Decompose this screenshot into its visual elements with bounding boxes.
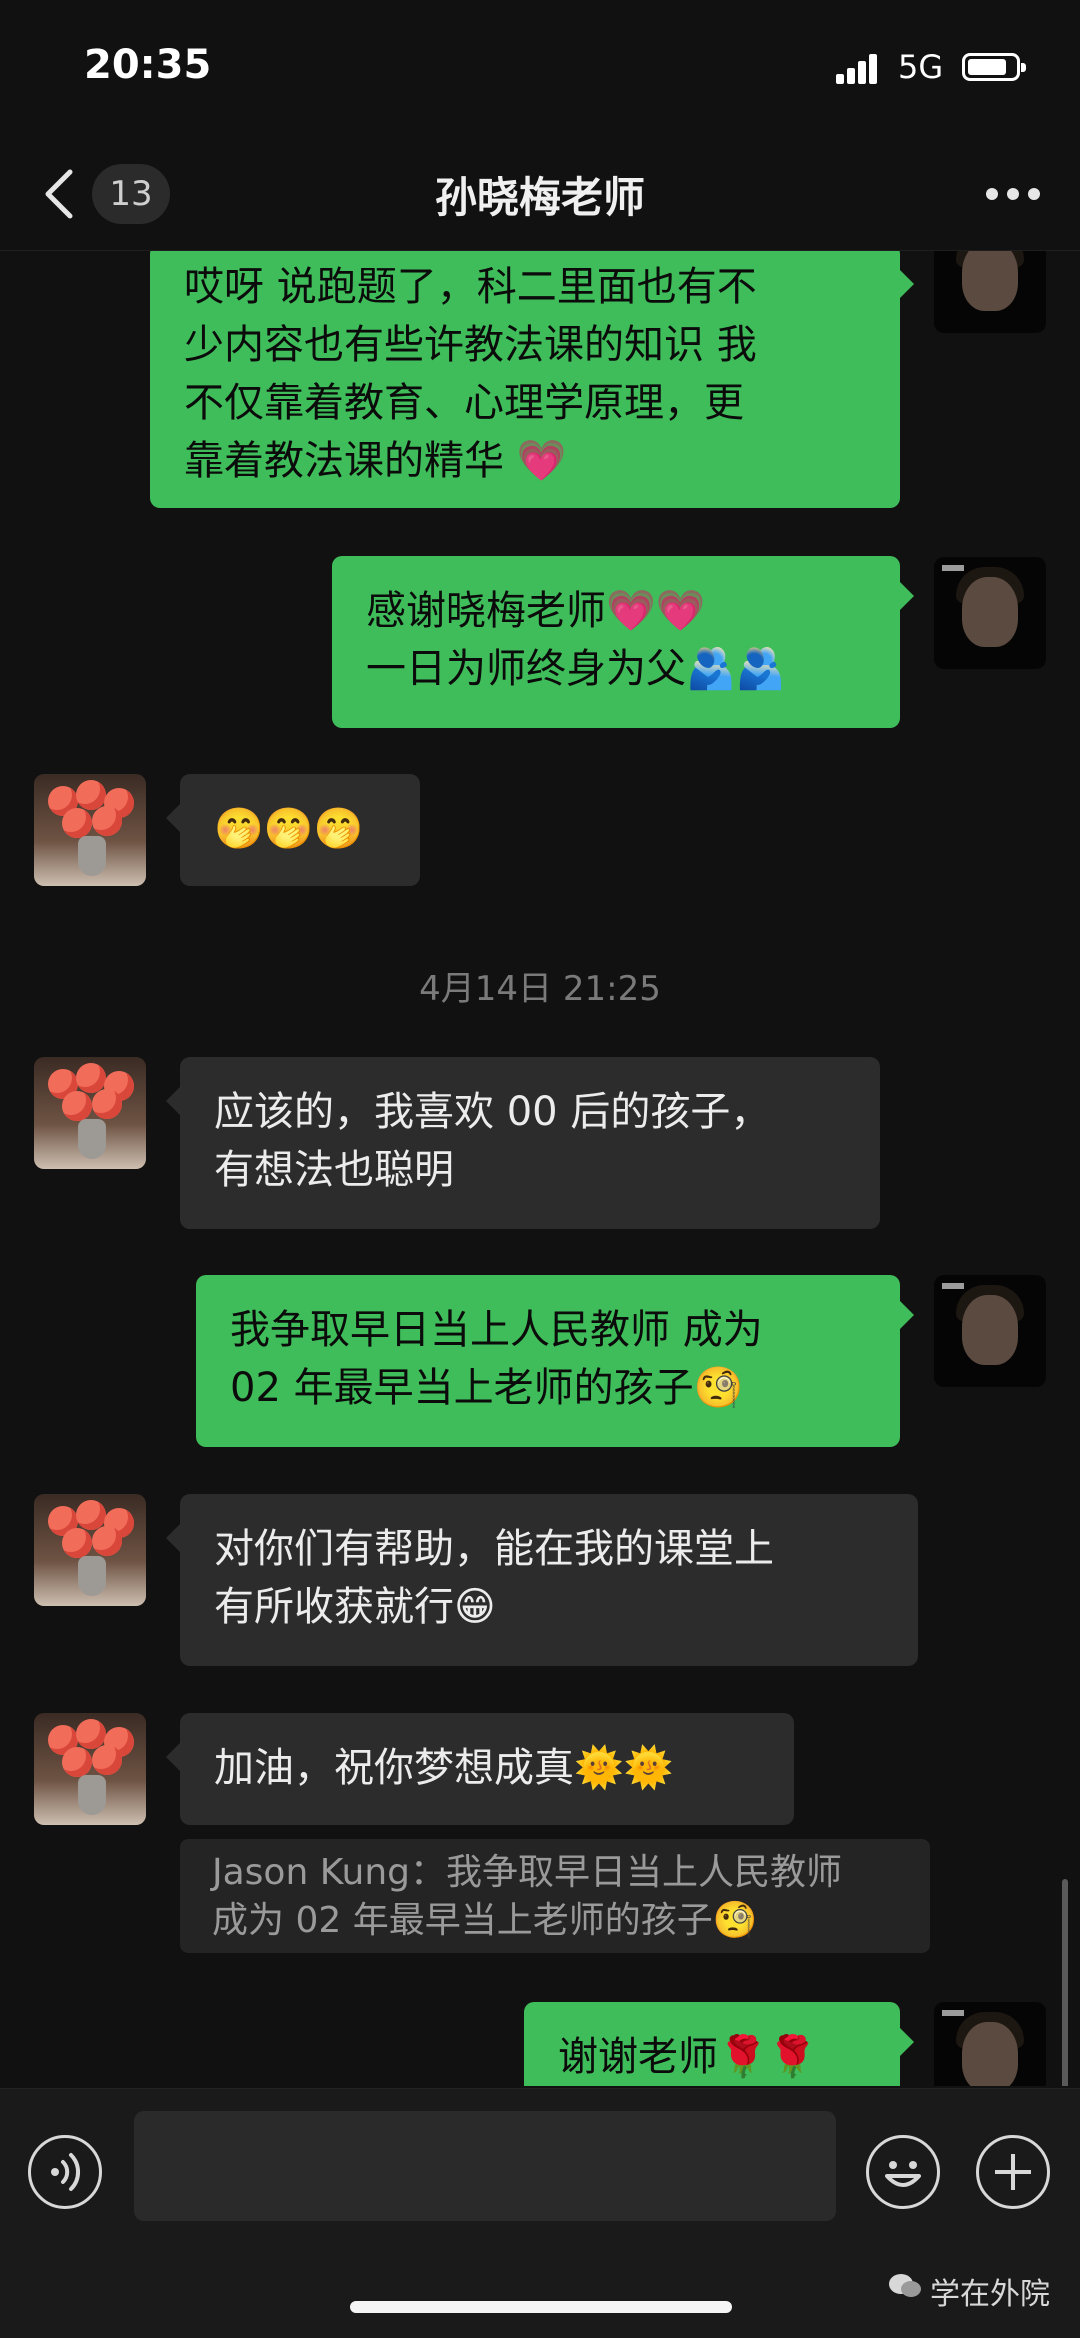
message-bubble-incoming[interactable]: 应该的，我喜欢 00 后的孩子， 有想法也聪明 [166, 1057, 880, 1229]
chat-title: 孙晓梅老师 [434, 173, 645, 222]
emoji-icon[interactable] [866, 2135, 940, 2209]
message-line: 我争取早日当上人民教师 成为 [230, 1307, 763, 1353]
input-bar: 学在外院 [0, 2088, 1080, 2338]
avatar-self[interactable] [934, 251, 1046, 333]
message-line: 谢谢老师🌹🌹 [558, 2034, 818, 2080]
message-line: 🤭🤭🤭 [214, 806, 364, 852]
message-line: 感谢晓梅老师💗💗 [366, 588, 706, 634]
message-line: 不仅靠着教育、心理学原理，更 [184, 380, 744, 426]
message-line: 靠着教法课的精华 💗 [184, 438, 567, 484]
timestamp: 4月14日 21:25 [419, 969, 661, 1009]
more-dots-icon[interactable] [986, 188, 1040, 202]
message-line: 有所收获就行😁 [214, 1584, 496, 1630]
status-time: 20:35 [84, 42, 212, 88]
network-label: 5G [898, 48, 944, 86]
wechat-icon [889, 2274, 921, 2297]
voice-icon[interactable] [28, 2135, 102, 2209]
chat-header: 13 孙晓梅老师 [0, 140, 1080, 251]
avatar-teacher[interactable] [34, 1494, 146, 1606]
signal-icon [836, 52, 878, 84]
quoted-reply[interactable]: Jason Kung：我争取早日当上人民教师 成为 02 年最早当上老师的孩子🧐 [180, 1839, 930, 1953]
quote-line: 成为 02 年最早当上老师的孩子🧐 [212, 1900, 758, 1941]
avatar-self[interactable] [934, 2002, 1046, 2086]
message-input[interactable] [134, 2111, 836, 2221]
avatar-self[interactable] [934, 1275, 1046, 1387]
message-bubble-incoming[interactable]: 对你们有帮助，能在我的课堂上 有所收获就行😁 [166, 1494, 918, 1666]
scrollbar[interactable] [1062, 1879, 1068, 2086]
message-line: 对你们有帮助，能在我的课堂上 [214, 1526, 774, 1572]
plus-icon[interactable] [976, 2135, 1050, 2209]
message-bubble-outgoing[interactable]: 哎呀 说跑题了，科二里面也有不 少内容也有些许教法课的知识 我 不仅靠着教育、心… [150, 251, 914, 508]
avatar-self[interactable] [934, 557, 1046, 669]
message-line: 哎呀 说跑题了，科二里面也有不 [184, 264, 757, 310]
avatar-teacher[interactable] [34, 1713, 146, 1825]
message-bubble-outgoing[interactable]: 我争取早日当上人民教师 成为 02 年最早当上老师的孩子🧐 [196, 1275, 914, 1447]
message-bubble-outgoing[interactable]: 谢谢老师🌹🌹 [524, 2002, 914, 2086]
home-indicator[interactable] [350, 2301, 732, 2313]
message-line: 一日为师终身为父🫂🫂 [366, 646, 786, 692]
message-bubble-incoming[interactable]: 🤭🤭🤭 [166, 774, 420, 886]
avatar-teacher[interactable] [34, 1057, 146, 1169]
battery-icon [962, 53, 1026, 81]
status-bar: 20:35 5G [0, 0, 1080, 140]
avatar-teacher[interactable] [34, 774, 146, 886]
message-list[interactable]: 哎呀 说跑题了，科二里面也有不 少内容也有些许教法课的知识 我 不仅靠着教育、心… [0, 251, 1080, 2086]
message-line: 有想法也聪明 [214, 1147, 454, 1193]
message-line: 应该的，我喜欢 00 后的孩子， [214, 1089, 771, 1135]
message-bubble-outgoing[interactable]: 感谢晓梅老师💗💗 一日为师终身为父🫂🫂 [332, 556, 914, 728]
message-bubble-incoming[interactable]: 加油，祝你梦想成真🌞🌞 [166, 1713, 794, 1825]
message-line: 02 年最早当上老师的孩子🧐 [230, 1365, 744, 1411]
message-line: 加油，祝你梦想成真🌞🌞 [214, 1745, 674, 1791]
message-line: 少内容也有些许教法课的知识 我 [184, 322, 757, 368]
watermark-text: 学在外院 [930, 2277, 1050, 2312]
quote-line: Jason Kung：我争取早日当上人民教师 [212, 1852, 843, 1893]
